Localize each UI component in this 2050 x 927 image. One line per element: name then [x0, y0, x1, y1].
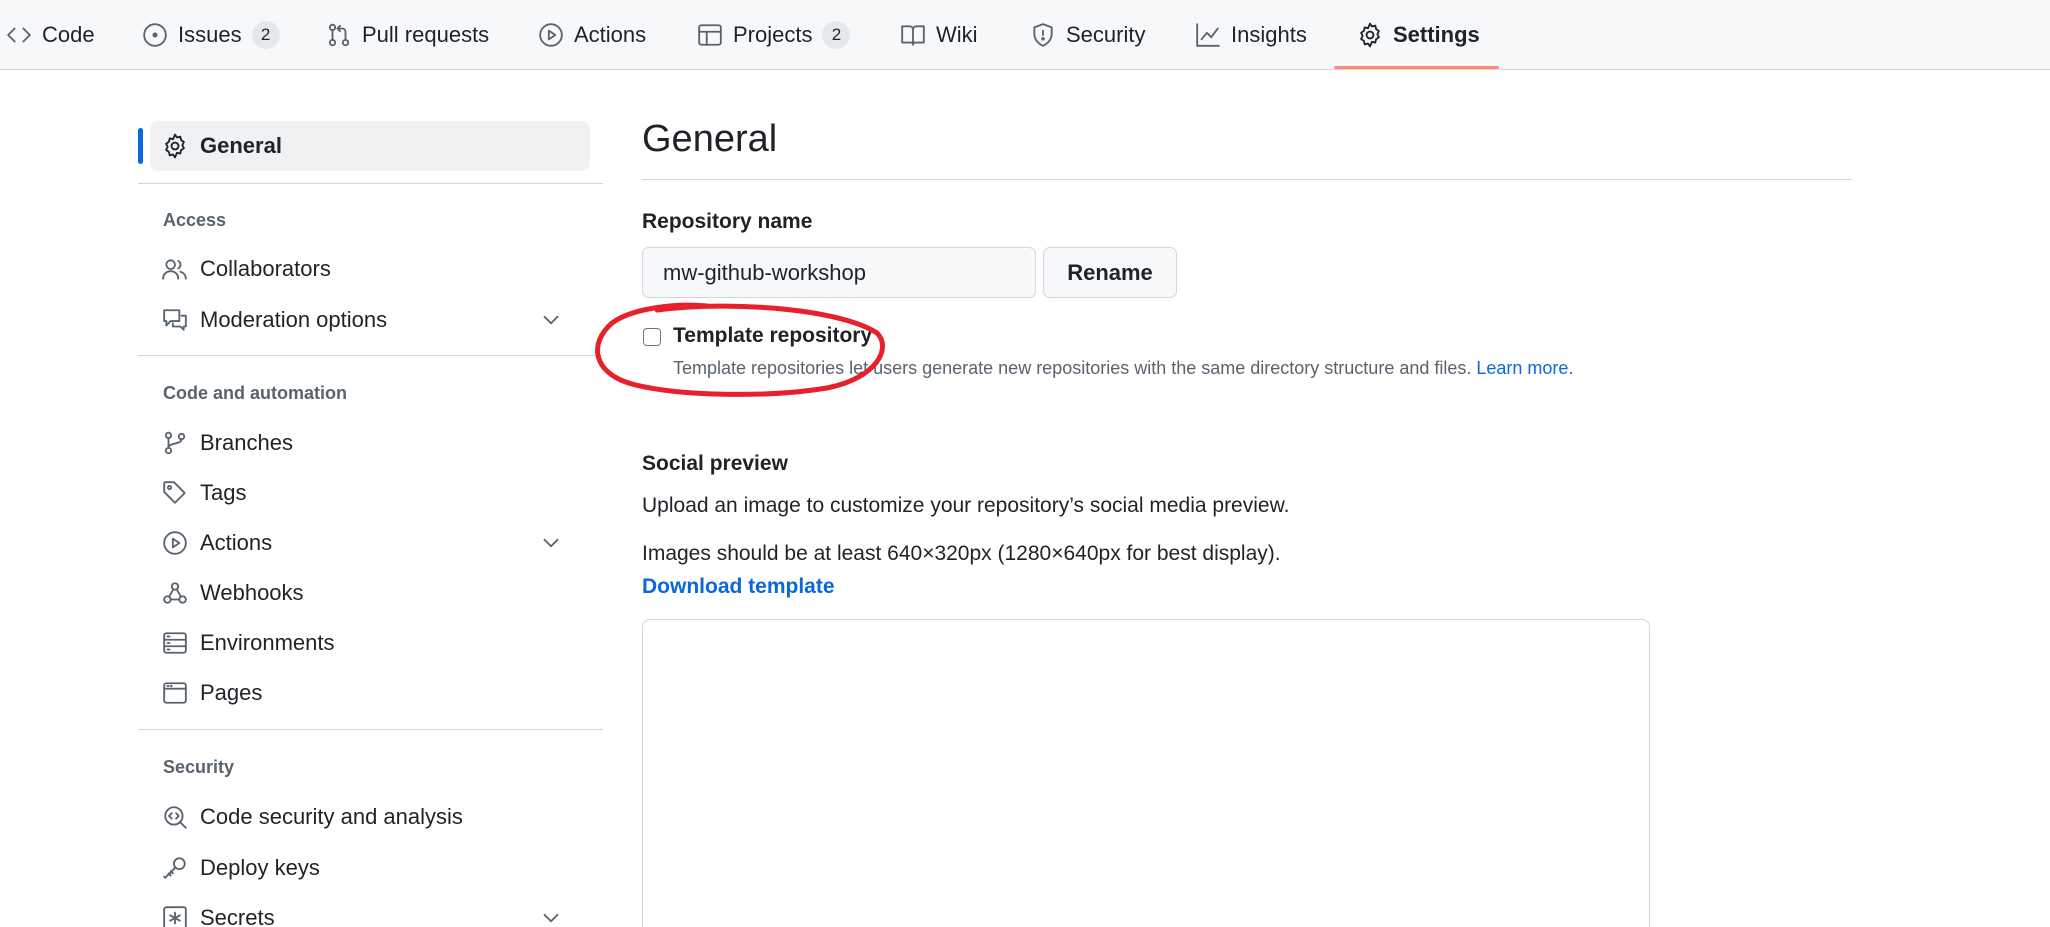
template-repository-description: Template repositories let users generate… [673, 358, 1573, 379]
sidebar-item-branches[interactable]: Branches [150, 418, 590, 468]
sidebar-item-label: Tags [200, 480, 247, 505]
codescan-icon [164, 806, 187, 829]
issues-counter: 2 [251, 21, 280, 49]
sidebar-item-label: Deploy keys [200, 855, 320, 880]
selected-tab-underline [1334, 66, 1499, 69]
tab-pull-requests-label: Pull requests [362, 22, 490, 47]
git-branch-icon [164, 431, 186, 455]
tab-security[interactable]: Security [1030, 0, 1145, 70]
tab-pull-requests[interactable]: Pull requests [326, 0, 489, 70]
sidebar-item-general[interactable]: General [150, 121, 590, 171]
tab-issues-label: Issues [178, 22, 242, 47]
play-icon [163, 531, 187, 555]
key-icon [163, 857, 186, 879]
sidebar-item-deploy-keys[interactable]: Deploy keys [150, 843, 590, 893]
page-title: General [642, 118, 778, 160]
sidebar-item-label: Collaborators [200, 256, 331, 281]
shield-icon [1033, 23, 1053, 47]
tab-issues[interactable]: Issues 2 [142, 0, 280, 70]
gear-icon [165, 133, 185, 159]
sidebar-divider [138, 183, 603, 184]
people-icon [162, 259, 187, 280]
chevron-down-icon [543, 315, 559, 325]
code-icon [7, 27, 31, 43]
key-asterisk-icon [163, 906, 187, 927]
sidebar-item-label: Pages [200, 680, 263, 705]
sidebar-divider [138, 355, 603, 356]
sidebar-item-label: Secrets [200, 905, 275, 927]
projects-counter: 2 [822, 21, 851, 49]
sidebar-item-label: Actions [200, 530, 273, 555]
server-icon [163, 632, 187, 654]
tab-settings[interactable]: Settings [1357, 0, 1480, 70]
tag-icon [163, 481, 186, 504]
red-annotation-circle [595, 302, 885, 397]
book-icon [901, 25, 925, 46]
sidebar-item-label: Environments [200, 630, 335, 655]
comment-discussion-icon [163, 309, 187, 331]
sidebar-divider [138, 729, 603, 730]
sidebar-heading-security: Security [163, 757, 235, 777]
title-divider [642, 179, 1852, 180]
tab-projects-label: Projects [733, 22, 813, 47]
tab-actions-label: Actions [574, 22, 647, 47]
sidebar-heading-access: Access [163, 210, 227, 230]
sidebar-item-label: Webhooks [200, 580, 304, 605]
play-icon [539, 23, 563, 47]
repository-nav: Code Issues 2 Pull requests Actions Proj… [0, 0, 2050, 70]
rename-button[interactable]: Rename [1043, 247, 1177, 298]
sidebar-item-code-security[interactable]: Code security and analysis [150, 792, 590, 842]
tab-insights[interactable]: Insights [1195, 0, 1307, 70]
repository-name-label: Repository name [642, 210, 813, 233]
active-item-indicator [138, 128, 143, 164]
sidebar-item-label: Code security and analysis [200, 804, 463, 829]
template-description-text: Template repositories let users generate… [673, 358, 1472, 378]
sidebar-item-label: Moderation options [200, 307, 388, 332]
tab-wiki-label: Wiki [936, 22, 978, 47]
social-preview-intro: Upload an image to customize your reposi… [642, 494, 1290, 517]
template-repository-label: Template repository [673, 324, 873, 347]
template-repository-checkbox[interactable] [643, 328, 661, 346]
tab-wiki[interactable]: Wiki [900, 0, 978, 70]
repository-name-input[interactable] [642, 247, 1036, 298]
tab-security-label: Security [1066, 22, 1146, 47]
issue-opened-icon [143, 23, 167, 47]
sidebar-item-label: Branches [200, 430, 293, 455]
sidebar-item-environments[interactable]: Environments [150, 618, 590, 668]
gear-icon [1360, 22, 1380, 48]
chevron-down-icon [543, 913, 559, 923]
sidebar-item-moderation-options[interactable]: Moderation options [150, 295, 590, 345]
sidebar-heading-code-and-automation: Code and automation [163, 383, 347, 403]
sidebar-item-label: General [200, 133, 282, 158]
sidebar-item-pages[interactable]: Pages [150, 668, 590, 718]
chevron-down-icon [543, 538, 559, 548]
sidebar-item-webhooks[interactable]: Webhooks [150, 568, 590, 618]
download-template-link[interactable]: Download template [642, 575, 835, 599]
sidebar-item-actions[interactable]: Actions [150, 518, 590, 568]
tab-settings-label: Settings [1393, 22, 1480, 47]
social-preview-requirements: Images should be at least 640×320px (128… [642, 542, 1281, 565]
sidebar-item-secrets[interactable]: Secrets [150, 893, 590, 927]
table-icon [698, 24, 722, 46]
graph-icon [1196, 23, 1220, 47]
tab-code[interactable]: Code [6, 0, 95, 70]
git-pull-request-icon [328, 23, 350, 47]
tab-actions[interactable]: Actions [538, 0, 646, 70]
social-preview-heading: Social preview [642, 452, 788, 475]
tab-code-label: Code [42, 22, 95, 47]
tab-projects[interactable]: Projects 2 [697, 0, 851, 70]
social-preview-image-box[interactable] [642, 619, 1650, 927]
sidebar-item-tags[interactable]: Tags [150, 468, 590, 518]
browser-icon [163, 682, 187, 704]
learn-more-link[interactable]: Learn more. [1476, 358, 1573, 378]
sidebar-item-collaborators[interactable]: Collaborators [150, 244, 590, 294]
tab-insights-label: Insights [1231, 22, 1307, 47]
webhook-icon [163, 582, 187, 604]
